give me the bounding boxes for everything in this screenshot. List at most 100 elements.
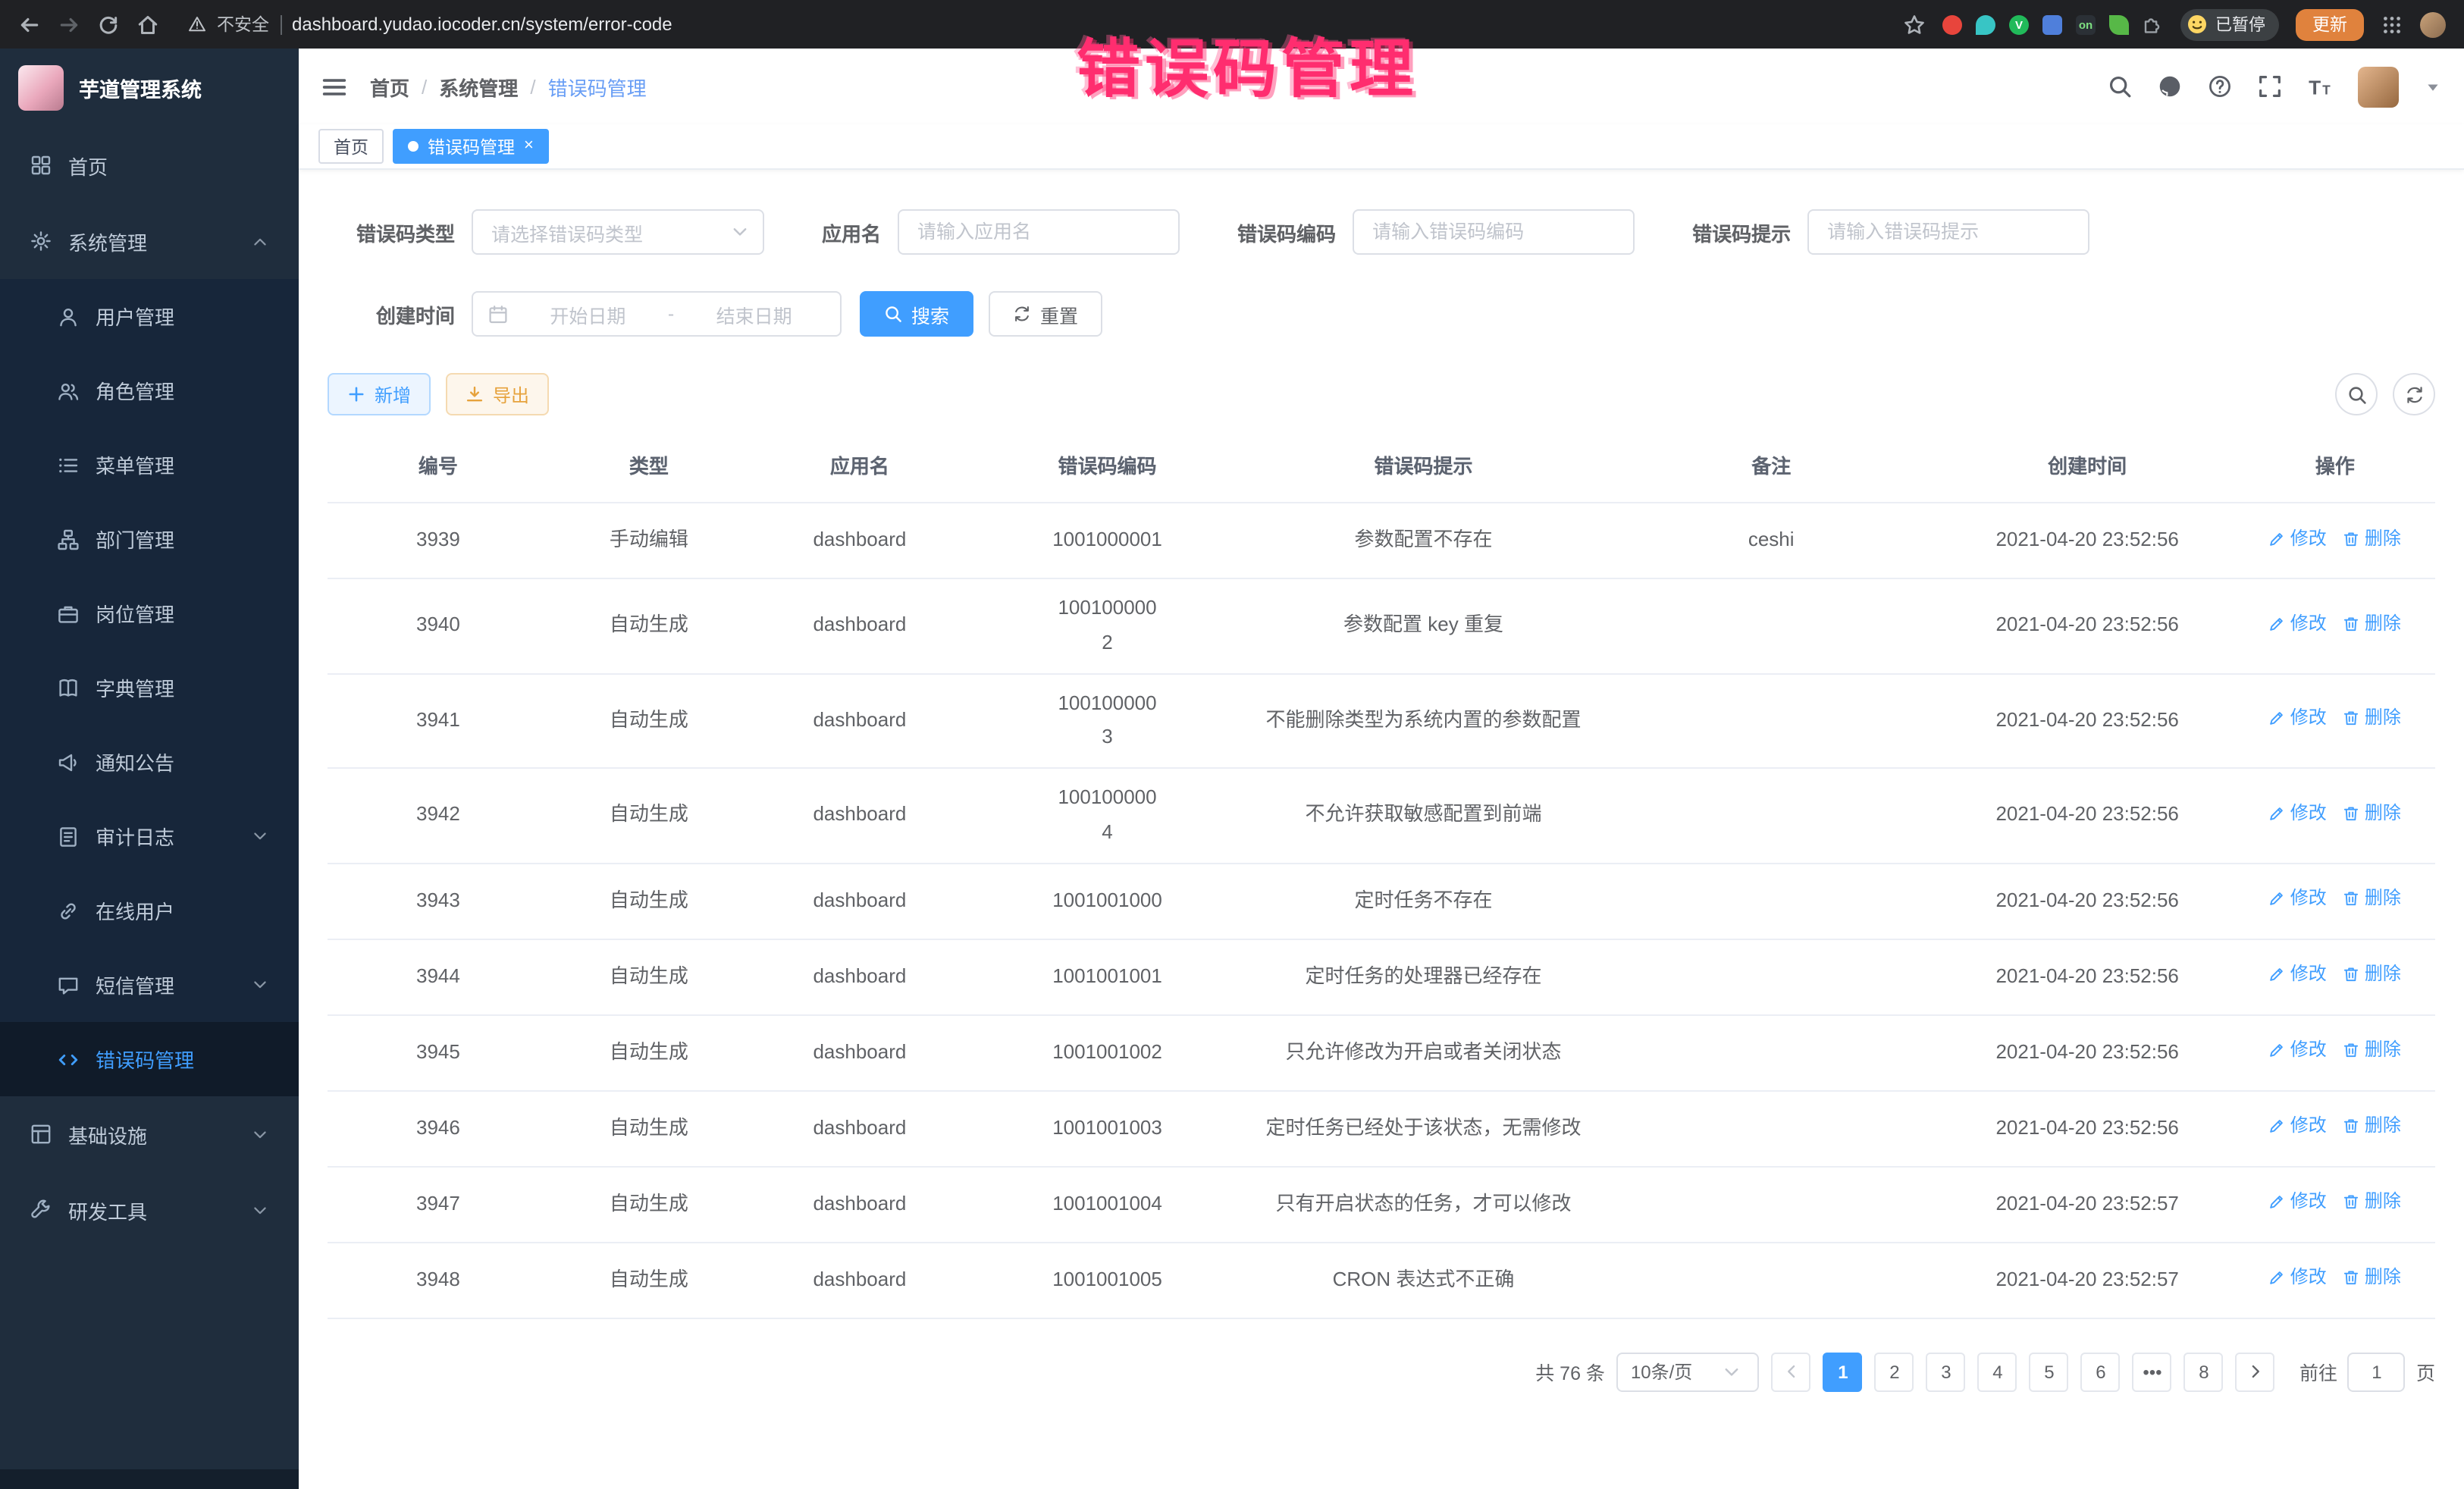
delete-link[interactable]: 删除 — [2343, 522, 2401, 554]
refresh-table-button[interactable] — [2393, 373, 2435, 415]
page-button-8[interactable]: 8 — [2184, 1352, 2224, 1391]
teal-drop-extension[interactable] — [1976, 14, 1995, 34]
breadcrumb-item[interactable]: 错误码管理 — [548, 72, 647, 101]
prev-page-button[interactable] — [1772, 1352, 1811, 1391]
browser-profile-avatar[interactable] — [2420, 11, 2446, 37]
delete-link[interactable]: 删除 — [2343, 1034, 2401, 1066]
cell-actions: 修改删除 — [2235, 1186, 2435, 1222]
font-size-icon[interactable]: TT — [2308, 74, 2332, 99]
next-page-button[interactable] — [2236, 1352, 2275, 1391]
edit-link[interactable]: 修改 — [2269, 958, 2327, 990]
sidebar-item-error-code-management[interactable]: 错误码管理 — [0, 1022, 299, 1096]
sidebar-collapse-bar[interactable] — [0, 1469, 299, 1489]
page-button-4[interactable]: 4 — [1978, 1352, 2017, 1391]
forward-icon[interactable] — [58, 13, 80, 36]
edit-link[interactable]: 修改 — [2269, 798, 2327, 829]
close-tab-icon[interactable]: × — [524, 138, 534, 155]
more-pages-button[interactable]: ••• — [2133, 1352, 2172, 1391]
page-size-select[interactable]: 10条/页 — [1617, 1352, 1760, 1391]
show-search-button[interactable] — [2335, 373, 2378, 415]
delete-link[interactable]: 删除 — [2343, 1186, 2401, 1218]
delete-link[interactable]: 删除 — [2343, 798, 2401, 829]
edit-link[interactable]: 修改 — [2269, 1110, 2327, 1142]
edit-link[interactable]: 修改 — [2269, 522, 2327, 554]
tab-首页[interactable]: 首页 — [318, 129, 384, 164]
page-button-6[interactable]: 6 — [2081, 1352, 2121, 1391]
page-button-2[interactable]: 2 — [1875, 1352, 1914, 1391]
page-button-3[interactable]: 3 — [1926, 1352, 1966, 1391]
caret-down-icon[interactable] — [2425, 78, 2441, 95]
trash-icon — [2343, 1269, 2360, 1286]
table-row: 3942自动生成dashboard1001000004不允许获取敏感配置到前端2… — [328, 769, 2435, 864]
sidebar-item-dept-management[interactable]: 部门管理 — [0, 502, 299, 576]
sidebar-item-dev-tools[interactable]: 研发工具 — [0, 1172, 299, 1248]
search-icon — [884, 305, 902, 323]
paused-badge[interactable]: 已暂停 — [2180, 8, 2279, 40]
cell-id: 3944 — [328, 959, 549, 994]
sidebar-item-system-management[interactable]: 系统管理 — [0, 203, 299, 279]
error-hint-input[interactable] — [1809, 211, 2088, 253]
edit-link[interactable]: 修改 — [2269, 1262, 2327, 1293]
breadcrumb-item[interactable]: 首页 — [370, 72, 409, 101]
edit-link[interactable]: 修改 — [2269, 703, 2327, 735]
app-name-input[interactable] — [899, 211, 1178, 253]
apps-grid-icon[interactable] — [2381, 13, 2403, 36]
update-button[interactable]: 更新 — [2296, 8, 2364, 40]
edit-link[interactable]: 修改 — [2269, 608, 2327, 640]
page-button-1[interactable]: 1 — [1823, 1352, 1863, 1391]
on-badge-extension[interactable]: on — [2076, 14, 2096, 34]
sidebar-item-post-management[interactable]: 岗位管理 — [0, 576, 299, 650]
reset-button[interactable]: 重置 — [989, 291, 1102, 337]
cell-created: 2021-04-20 23:52:56 — [1940, 883, 2235, 918]
leaf-extension[interactable] — [2109, 14, 2129, 34]
breadcrumb-separator: / — [422, 75, 427, 98]
edit-link[interactable]: 修改 — [2269, 1034, 2327, 1066]
delete-link[interactable]: 删除 — [2343, 1110, 2401, 1142]
back-icon[interactable] — [18, 13, 41, 36]
goto-page-input[interactable] — [2348, 1352, 2406, 1391]
red-circle-extension[interactable] — [1942, 14, 1962, 34]
app-logo[interactable]: 芋道管理系统 — [0, 49, 299, 127]
hamburger-icon[interactable] — [321, 74, 347, 99]
puzzle-extension[interactable] — [2143, 14, 2164, 35]
sidebar-item-role-management[interactable]: 角色管理 — [0, 353, 299, 428]
reload-icon[interactable] — [97, 13, 120, 36]
edit-link[interactable]: 修改 — [2269, 882, 2327, 914]
breadcrumb-item[interactable]: 系统管理 — [439, 72, 518, 101]
error-code-input[interactable] — [1354, 211, 1633, 253]
sidebar-item-notice-management[interactable]: 通知公告 — [0, 725, 299, 799]
delete-link[interactable]: 删除 — [2343, 882, 2401, 914]
delete-link[interactable]: 删除 — [2343, 1262, 2401, 1293]
bookmark-star-icon[interactable] — [1903, 13, 1926, 36]
sidebar-item-user-management[interactable]: 用户管理 — [0, 279, 299, 353]
search-icon[interactable] — [2108, 74, 2132, 99]
delete-link[interactable]: 删除 — [2343, 958, 2401, 990]
edit-link[interactable]: 修改 — [2269, 1186, 2327, 1218]
delete-link[interactable]: 删除 — [2343, 608, 2401, 640]
sidebar-item-audit-log[interactable]: 审计日志 — [0, 799, 299, 873]
github-icon[interactable] — [2158, 74, 2182, 99]
date-range-picker[interactable]: 开始日期 - 结束日期 — [472, 291, 842, 337]
delete-link[interactable]: 删除 — [2343, 703, 2401, 735]
sidebar-item-online-users[interactable]: 在线用户 — [0, 873, 299, 948]
search-button[interactable]: 搜索 — [860, 291, 973, 337]
filter-error-code: 错误码编码 — [1237, 209, 1635, 255]
blue-grid-extension[interactable] — [2042, 14, 2062, 34]
date-end-placeholder: 结束日期 — [683, 299, 825, 328]
page-button-5[interactable]: 5 — [2030, 1352, 2069, 1391]
add-button[interactable]: 新增 — [328, 373, 431, 415]
green-v-extension[interactable]: V — [2009, 14, 2029, 34]
export-button[interactable]: 导出 — [446, 373, 549, 415]
home-icon[interactable] — [136, 13, 159, 36]
sidebar-item-sms-management[interactable]: 短信管理 — [0, 948, 299, 1022]
fullscreen-icon[interactable] — [2258, 74, 2282, 99]
sidebar-item-menu-management[interactable]: 菜单管理 — [0, 428, 299, 502]
tab-错误码管理[interactable]: 错误码管理× — [393, 129, 549, 164]
address-bar[interactable]: 不安全 dashboard.yudao.iocoder.cn/system/er… — [176, 12, 1886, 36]
sidebar-item-dict-management[interactable]: 字典管理 — [0, 650, 299, 725]
user-avatar[interactable] — [2358, 66, 2399, 107]
sidebar-item-infrastructure[interactable]: 基础设施 — [0, 1096, 299, 1172]
help-icon[interactable] — [2208, 74, 2232, 99]
sidebar-item-home[interactable]: 首页 — [0, 127, 299, 203]
error-code-type-select[interactable]: 请选择错误码类型 — [472, 209, 764, 255]
